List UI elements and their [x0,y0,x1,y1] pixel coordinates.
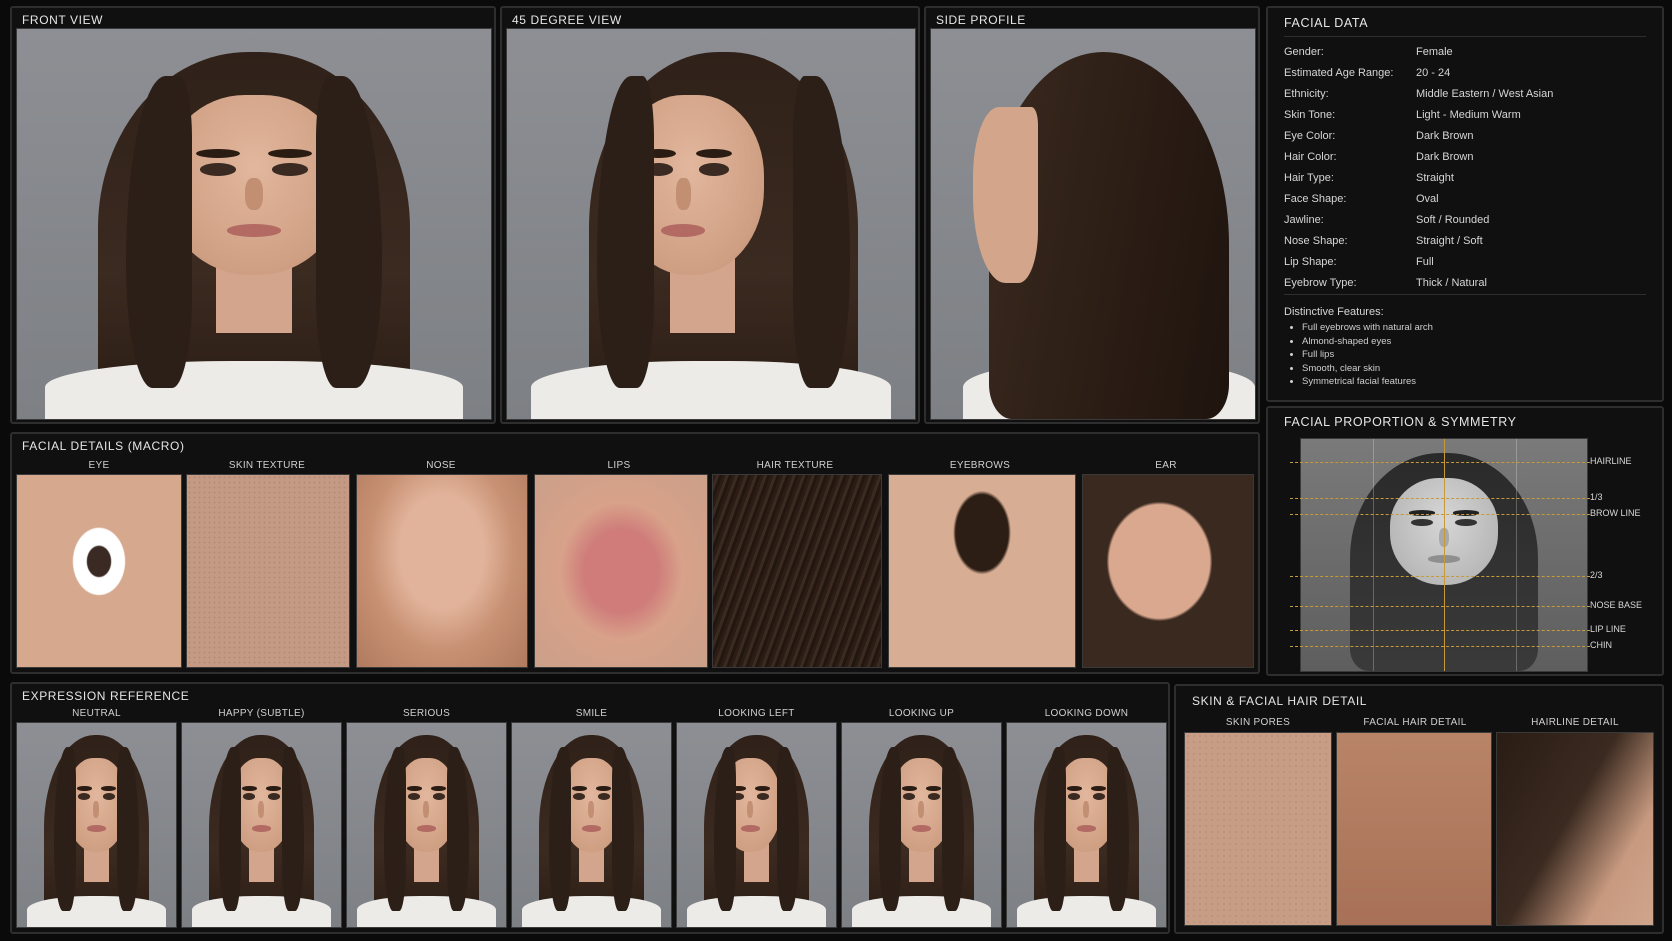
distinctive-features-title: Distinctive Features: [1284,306,1384,318]
facial-data-key: Skin Tone: [1284,109,1336,121]
facial-data-key: Ethnicity: [1284,88,1329,100]
degree45-view-panel: 45 DEGREE VIEW [500,6,920,424]
macro-details-title: FACIAL DETAILS (MACRO) [22,439,185,453]
side-profile-photo [930,28,1256,420]
facial-data-value: Soft / Rounded [1416,214,1490,226]
expression-label: LOOKING LEFT [718,708,795,719]
expression-photo [676,722,837,928]
prop-label-chin: CHIN [1590,640,1612,650]
expression-label: NEUTRAL [72,708,121,719]
macro-lips-photo [534,474,708,668]
macro-eye-photo [16,474,182,668]
facial-data-value: Thick / Natural [1416,277,1487,289]
facial-data-value: Full [1416,256,1434,268]
prop-label-one-third: 1/3 [1590,492,1603,502]
macro-label-hair: HAIR TEXTURE [756,460,834,471]
macro-label-lips: LIPS [607,460,631,471]
front-view-title: FRONT VIEW [22,13,104,27]
facial-data-key: Jawline: [1284,214,1324,226]
feature-item: Full lips [1302,348,1433,362]
skin-label-hairline: HAIRLINE DETAIL [1531,717,1619,728]
skin-label-pores: SKIN PORES [1225,717,1291,728]
expression-label: SERIOUS [402,708,451,719]
hairline-detail-photo [1496,732,1654,926]
prop-label-lip-line: LIP LINE [1590,624,1626,634]
facial-data-key: Hair Type: [1284,172,1334,184]
facial-data-title: FACIAL DATA [1284,16,1369,30]
facial-data-value: Oval [1416,193,1439,205]
degree45-view-title: 45 DEGREE VIEW [512,13,622,27]
macro-hair-photo [712,474,882,668]
prop-label-brow-line: BROW LINE [1590,508,1641,518]
facial-data-value: Dark Brown [1416,130,1474,142]
expression-label: LOOKING UP [888,708,955,719]
expression-label: LOOKING DOWN [1044,708,1129,719]
facial-data-key: Gender: [1284,46,1324,58]
macro-details-panel: FACIAL DETAILS (MACRO) EYE SKIN TEXTURE … [10,432,1260,674]
facial-data-value: Dark Brown [1416,151,1474,163]
macro-skin-photo [186,474,350,668]
front-view-panel: FRONT VIEW [10,6,496,424]
facial-data-value: Light - Medium Warm [1416,109,1521,121]
macro-label-skin: SKIN TEXTURE [228,460,306,471]
side-profile-title: SIDE PROFILE [936,13,1026,27]
expression-label: SMILE [575,708,608,719]
prop-label-nose-base: NOSE BASE [1590,600,1643,610]
skin-pores-photo [1184,732,1332,926]
skin-label-facial-hair: FACIAL HAIR DETAIL [1363,717,1467,728]
feature-item: Smooth, clear skin [1302,362,1433,376]
proportion-title: FACIAL PROPORTION & SYMMETRY [1284,415,1517,429]
macro-ear-photo [1082,474,1254,668]
skin-detail-panel: SKIN & FACIAL HAIR DETAIL SKIN PORES FAC… [1174,684,1664,934]
facial-data-key: Face Shape: [1284,193,1347,205]
feature-item: Full eyebrows with natural arch [1302,321,1433,335]
macro-nose-photo [356,474,528,668]
facial-data-value: Straight / Soft [1416,235,1483,247]
macro-eyebrows-photo [888,474,1076,668]
side-profile-panel: SIDE PROFILE [924,6,1260,424]
front-view-photo [16,28,492,420]
facial-data-value: Straight [1416,172,1454,184]
expression-photo [841,722,1002,928]
facial-data-key: Hair Color: [1284,151,1337,163]
expression-photo [16,722,177,928]
distinctive-features-list: Full eyebrows with natural arch Almond-s… [1282,321,1433,389]
expression-photo [511,722,672,928]
prop-label-two-thirds: 2/3 [1590,570,1603,580]
prop-label-hairline: HAIRLINE [1590,456,1632,466]
degree45-view-photo [506,28,916,420]
feature-item: Symmetrical facial features [1302,375,1433,389]
expression-title: EXPRESSION REFERENCE [22,689,190,703]
facial-data-key: Eyebrow Type: [1284,277,1357,289]
facial-data-panel: FACIAL DATA Gender: Female Estimated Age R… [1266,6,1664,402]
feature-item: Almond-shaped eyes [1302,335,1433,349]
expression-photo [346,722,507,928]
macro-label-eyebrows: EYEBROWS [949,460,1011,471]
facial-data-key: Nose Shape: [1284,235,1348,247]
macro-label-ear: EAR [1155,460,1177,471]
facial-data-value: Female [1416,46,1453,58]
skin-detail-title: SKIN & FACIAL HAIR DETAIL [1192,694,1368,708]
facial-hair-photo [1336,732,1492,926]
facial-data-key: Estimated Age Range: [1284,67,1394,79]
proportion-face-photo [1300,438,1588,672]
expression-photo [1006,722,1167,928]
expression-label: HAPPY (SUBTLE) [218,708,305,719]
facial-data-key: Eye Color: [1284,130,1336,142]
proportion-panel: FACIAL PROPORTION & SYMMETRY HAIRLINE 1/… [1266,406,1664,676]
facial-data-key: Lip Shape: [1284,256,1337,268]
facial-data-value: 20 - 24 [1416,67,1451,79]
expression-panel: EXPRESSION REFERENCE NEUTRAL HAPPY (SUBTL… [10,682,1170,934]
macro-label-eye: EYE [88,460,110,471]
facial-data-value: Middle Eastern / West Asian [1416,88,1554,100]
macro-label-nose: NOSE [426,460,456,471]
expression-photo [181,722,342,928]
